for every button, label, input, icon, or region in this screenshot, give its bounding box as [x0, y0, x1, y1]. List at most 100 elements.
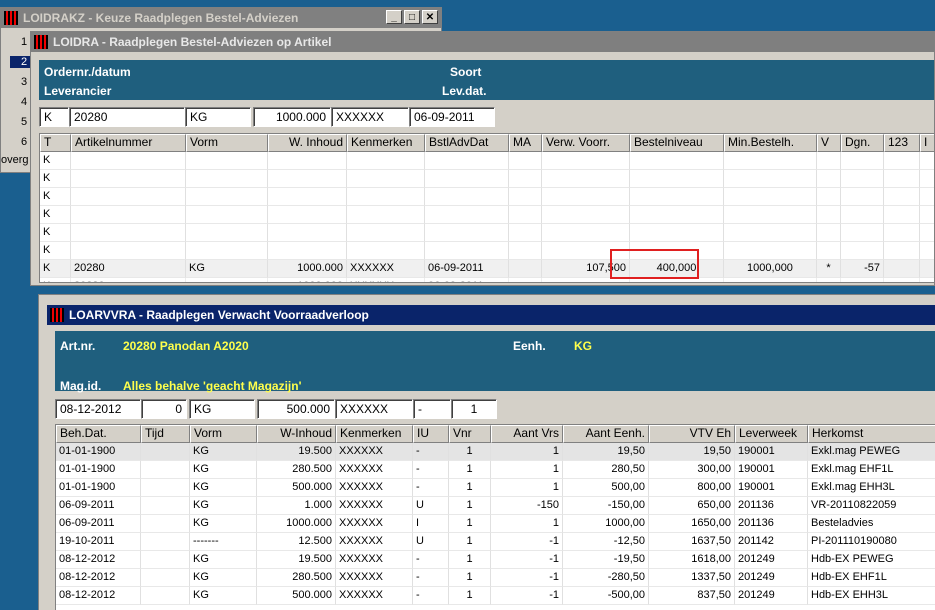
table-cell: 06-09-2011	[425, 278, 509, 282]
table-cell: 1	[449, 587, 491, 605]
loidra-field-1[interactable]: 20280	[69, 107, 185, 127]
loarvvra-col-header[interactable]: VTV Eh	[649, 425, 735, 443]
loarvvra-field-1[interactable]: 0	[141, 399, 187, 419]
table-row[interactable]: K	[40, 206, 934, 224]
loidra-col-header[interactable]: Bestelniveau	[630, 134, 724, 152]
loarvvra-col-header[interactable]: Aant Vrs	[491, 425, 563, 443]
option-number[interactable]: 3	[21, 76, 27, 88]
table-row[interactable]: K	[40, 224, 934, 242]
table-row[interactable]: K20280 1000.000XXXXXX06-09-2011	[40, 278, 934, 282]
loidrakz-titlebar[interactable]: LOIDRAKZ - Keuze Raadplegen Bestel-Advie…	[1, 8, 441, 28]
table-row[interactable]: 19-10-2011 ------- 12.500 XXXXXX U 1 -1 -12,50 1…	[56, 533, 935, 551]
artnr-value: 20280 Panodan A2020	[123, 339, 249, 353]
table-cell	[920, 170, 934, 188]
table-cell: Hdb-EX EHH3L	[808, 587, 935, 605]
loarvvra-titlebar[interactable]: LOARVVRA - Raadplegen Verwacht Voorraadv…	[47, 305, 935, 325]
table-cell	[347, 242, 425, 260]
loidra-col-header[interactable]: 123	[884, 134, 920, 152]
loidra-field-2[interactable]: KG	[185, 107, 251, 127]
table-cell	[71, 188, 186, 206]
app-icon	[4, 11, 18, 25]
table-cell	[817, 242, 841, 260]
table-cell: 500.000	[257, 479, 336, 497]
loidra-col-header[interactable]: I	[920, 134, 934, 152]
loidra-col-header[interactable]: Vorm	[186, 134, 268, 152]
loidra-col-header[interactable]: T	[40, 134, 71, 152]
table-cell: XXXXXX	[336, 587, 413, 605]
option-number[interactable]: 4	[21, 96, 27, 108]
loidra-col-header[interactable]: Kenmerken	[347, 134, 425, 152]
option-number[interactable]: 5	[21, 116, 27, 128]
loarvvra-col-header[interactable]: Herkomst	[808, 425, 935, 443]
loidra-field-0[interactable]: K	[39, 107, 69, 127]
loidra-col-header[interactable]: BstlAdvDat	[425, 134, 509, 152]
loidra-col-header[interactable]: W. Inhoud	[268, 134, 347, 152]
loarvvra-col-header[interactable]: Vorm	[190, 425, 257, 443]
loarvvra-col-header[interactable]: IU	[413, 425, 449, 443]
loarvvra-field-3[interactable]: 500.000	[257, 399, 335, 419]
loarvvra-col-header[interactable]: Leverweek	[735, 425, 808, 443]
loarvvra-col-header[interactable]: Vnr	[449, 425, 491, 443]
loarvvra-col-header[interactable]: Beh.Dat.	[56, 425, 141, 443]
loidra-col-header[interactable]: Min.Bestelh.	[724, 134, 817, 152]
table-cell: Exkl.mag EHF1L	[808, 461, 935, 479]
table-cell	[509, 152, 542, 170]
table-row[interactable]: K 20280 KG 1000.000 XXXXXX 06-09-2011 107,500 4…	[40, 260, 934, 278]
maximize-icon[interactable]: □	[404, 10, 420, 24]
loidrakz-title: LOIDRAKZ - Keuze Raadplegen Bestel-Advie…	[23, 11, 299, 25]
table-row[interactable]: 06-09-2011 KG 1000.000 XXXXXX I 1 1 1000,00 1650…	[56, 515, 935, 533]
table-cell	[920, 224, 934, 242]
table-cell	[920, 188, 934, 206]
table-row[interactable]: 08-12-2012 KG 19.500 XXXXXX -1 -1 -19,50 1618,0…	[56, 551, 935, 569]
table-row[interactable]: 06-09-2011 KG 1.000 XXXXXX U 1 -150 -150,00 650,…	[56, 497, 935, 515]
loarvvra-field-2[interactable]: KG	[189, 399, 255, 419]
table-row[interactable]: 08-12-2012 KG 280.500 XXXXXX -1 -1 -280,50 1337…	[56, 569, 935, 587]
table-cell	[920, 278, 934, 282]
table-cell	[724, 278, 817, 282]
loarvvra-field-0[interactable]: 08-12-2012	[55, 399, 141, 419]
loidra-col-header[interactable]: V	[817, 134, 841, 152]
table-cell	[920, 152, 934, 170]
loidra-col-header[interactable]: Dgn.	[841, 134, 884, 152]
loarvvra-col-header[interactable]: W-Inhoud	[257, 425, 336, 443]
loidra-col-header[interactable]: Artikelnummer	[71, 134, 186, 152]
loidra-col-header[interactable]: Verw. Voorr.	[542, 134, 630, 152]
loidra-field-3[interactable]: 1000.000	[253, 107, 331, 127]
loarvvra-col-header[interactable]: Aant Eenh.	[563, 425, 649, 443]
loidra-titlebar[interactable]: LOIDRA - Raadplegen Bestel-Adviezen op A…	[31, 32, 934, 52]
table-row[interactable]: 01-01-1900 KG 19.500 XXXXXX -1 1 19,50 19,50 190…	[56, 443, 935, 461]
table-cell: 01-01-1900	[56, 443, 141, 461]
table-cell: -------	[190, 533, 257, 551]
loarvvra-field-4[interactable]: XXXXXX	[335, 399, 413, 419]
minimize-icon[interactable]: _	[386, 10, 402, 24]
table-cell	[141, 443, 190, 461]
loarvvra-field-5[interactable]: -	[413, 399, 451, 419]
table-cell	[71, 206, 186, 224]
loidra-col-header[interactable]: MA	[509, 134, 542, 152]
loarvvra-field-6[interactable]: 1	[451, 399, 497, 419]
table-cell	[630, 224, 724, 242]
loidra-field-4[interactable]: XXXXXX	[331, 107, 409, 127]
magid-value: Alles behalve 'geacht Magazijn'	[123, 379, 302, 393]
option-number[interactable]: 1	[21, 36, 27, 48]
close-icon[interactable]: ✕	[422, 10, 438, 24]
table-row[interactable]: K	[40, 152, 934, 170]
loidra-field-5[interactable]: 06-09-2011	[409, 107, 495, 127]
table-row[interactable]: 01-01-1900 KG 280.500 XXXXXX -1 1 280,50 300,00…	[56, 461, 935, 479]
table-cell: 1	[491, 443, 563, 461]
option-number[interactable]: 2	[10, 56, 31, 68]
option-number[interactable]: 6	[21, 136, 27, 148]
table-row[interactable]: 08-12-2012 KG 500.000 XXXXXX -1 -1 -500,00 837,…	[56, 587, 935, 605]
table-cell: XXXXXX	[336, 461, 413, 479]
table-row[interactable]: K	[40, 188, 934, 206]
table-cell	[841, 278, 884, 282]
table-cell	[141, 551, 190, 569]
table-row[interactable]: K	[40, 242, 934, 260]
loarvvra-col-header[interactable]: Kenmerken	[336, 425, 413, 443]
table-row[interactable]: 01-01-1900 KG 500.000 XXXXXX -1 1 500,00 800,00…	[56, 479, 935, 497]
loidra-grid: T Artikelnummer Vorm W. Inhoud Kenmerken Bstl…	[39, 133, 934, 283]
table-cell	[186, 224, 268, 242]
table-cell	[186, 152, 268, 170]
table-row[interactable]: K	[40, 170, 934, 188]
loarvvra-col-header[interactable]: Tijd	[141, 425, 190, 443]
